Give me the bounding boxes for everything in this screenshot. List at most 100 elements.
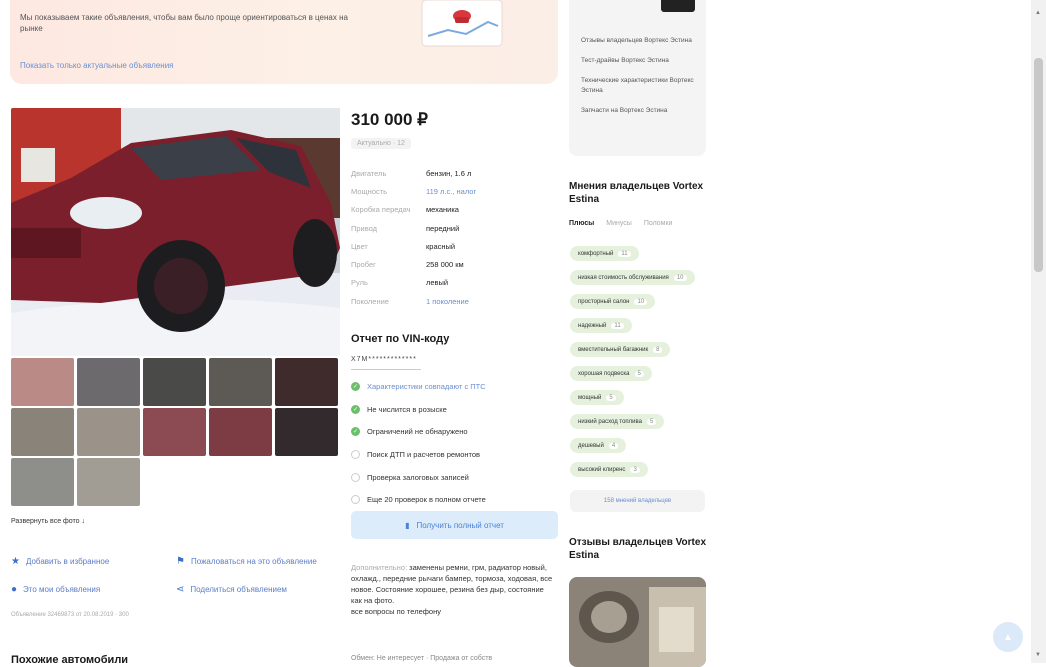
opinion-chip[interactable]: высокий клиренс 3 (570, 462, 648, 477)
vin-check-item: ✓ Не числится в розыске (351, 398, 561, 421)
divider (351, 369, 421, 370)
banner-link[interactable]: Показать только актуальные объявления (20, 61, 174, 70)
opinion-chip-label: дешевый (578, 442, 604, 449)
vin-check-label: Характеристики совпадают с ПТС (367, 381, 486, 391)
sidebar-link[interactable]: Отзывы владельцев Вортекс Эстина (581, 36, 701, 46)
opinion-chip[interactable]: дешевый 4 (570, 438, 627, 453)
thumbnail[interactable] (209, 358, 272, 406)
seller-ads-button[interactable]: ● Это мои объявления (11, 584, 100, 595)
opinions-tab[interactable]: Плюсы (569, 220, 594, 227)
opinion-chip-count: 4 (608, 442, 619, 449)
sidebar-link[interactable]: Технические характеристики Вортекс Эстин… (581, 76, 701, 96)
thumbnail[interactable] (11, 408, 74, 456)
spec-row: Пробег 258 000 км (351, 255, 551, 273)
scroll-to-top-button[interactable]: ▲ (993, 622, 1023, 652)
star-icon: ★ (11, 556, 20, 567)
opinion-chip-label: низкий расход топлива (578, 418, 642, 425)
review-photo[interactable] (569, 577, 706, 667)
share-button[interactable]: ⋖ Поделиться объявлением (176, 584, 287, 595)
price: 310 000 ₽ (351, 110, 428, 129)
thumbnail[interactable] (275, 358, 338, 406)
vin-check-label: Ограничений не обнаружено (367, 427, 468, 437)
expand-photos-link[interactable]: Развернуть все фото ↓ (11, 518, 85, 525)
vin-check-label: Поиск ДТП и расчетов ремонтов (367, 449, 481, 459)
full-report-button[interactable]: ▮ Получить полный отчет (351, 511, 558, 539)
description-key: Дополнительно: (351, 563, 408, 572)
opinion-chip-label: низкая стоимость обслуживания (578, 274, 669, 281)
thumbnail-document[interactable] (77, 458, 140, 506)
vin-check-item: Поиск ДТП и расчетов ремонтов (351, 443, 561, 466)
opinion-chip[interactable]: низкий расход топлива 5 (570, 414, 665, 429)
opinion-chip-count: 11 (611, 322, 624, 329)
sidebar-link[interactable]: Запчасти на Вортекс Эстина (581, 106, 701, 116)
thumbnail[interactable] (143, 358, 206, 406)
spec-row: Двигатель бензин, 1.6 л (351, 164, 551, 182)
opinion-chip-label: высокий клиренс (578, 466, 626, 473)
spec-value: бензин, 1.6 л (426, 168, 472, 178)
thumbnail[interactable] (209, 408, 272, 456)
opinion-chip-label: мощный (578, 394, 602, 401)
opinion-chip-count: 5 (606, 394, 616, 401)
seller-ads-label: Это мои объявления (23, 585, 101, 594)
thumbnail[interactable] (143, 408, 206, 456)
spec-row: Привод передний (351, 219, 551, 237)
opinion-chip[interactable]: низкая стоимость обслуживания 10 (570, 270, 695, 285)
opinions-tab[interactable]: Поломки (644, 220, 673, 227)
vin-check-item[interactable]: ✓ Характеристики совпадают с ПТС (351, 375, 561, 398)
opinion-chip-count: 11 (618, 250, 631, 257)
spec-value[interactable]: 119 л.с., налог (426, 187, 476, 196)
circle-icon (351, 472, 360, 482)
scroll-down-icon[interactable]: ▼ (1035, 652, 1041, 658)
opinions-title: Мнения владельцев Vortex Estina (569, 181, 704, 205)
opinion-chip-label: вместительный багажник (578, 346, 649, 353)
spec-value[interactable]: 1 поколение (426, 297, 469, 306)
spec-key: Пробег (351, 260, 376, 270)
opinion-chip[interactable]: надежный 11 (570, 318, 632, 333)
opinion-chip[interactable]: просторный салон 10 (570, 294, 656, 309)
add-favorite-label: Добавить в избранное (25, 557, 110, 566)
thumbnail-document[interactable] (11, 458, 74, 506)
reviews-title: Отзывы владельцев Vortex Estina (569, 537, 707, 561)
similar-cars-heading: Похожие автомобили (11, 654, 129, 666)
opinion-chip[interactable]: хорошая подвеска 5 (570, 366, 652, 381)
opinion-chip-label: хорошая подвеска (578, 370, 630, 377)
complain-button[interactable]: ⚑ Пожаловаться на это объявление (176, 556, 317, 567)
opinion-chip[interactable]: вместительный багажник 8 (570, 342, 671, 357)
vin-check-label: Не числится в розыске (367, 404, 447, 414)
spec-key: Двигатель (351, 168, 387, 178)
price-note: Актуально · 12 (351, 138, 411, 149)
arrow-up-icon: ▲ (1003, 631, 1013, 643)
document-icon: ▮ (405, 520, 410, 530)
add-favorite-button[interactable]: ★ Добавить в избранное (11, 556, 109, 567)
sidebar-links: Отзывы владельцев Вортекс Эстина Тест-дра… (581, 36, 701, 126)
main-car-photo[interactable] (11, 108, 340, 356)
thumbnail[interactable] (11, 358, 74, 406)
thumbnail[interactable] (275, 408, 338, 456)
description-footer: все вопросы по телефону (351, 607, 441, 616)
scroll-up-icon[interactable]: ▲ (1035, 10, 1041, 16)
exchange-info: Обмен: Не интересует · Продажа от собств (351, 655, 493, 662)
thumbnail[interactable] (77, 358, 140, 406)
check-icon: ✓ (351, 404, 360, 414)
spec-row: Поколение 1 поколение (351, 292, 551, 310)
opinion-chip-label: комфортный (578, 250, 614, 257)
more-opinions-button[interactable]: 158 мнений владельцев (570, 490, 705, 512)
spec-key: Руль (351, 278, 368, 288)
description: Дополнительно: заменены ремни, грм, ради… (351, 562, 554, 617)
check-icon: ✓ (351, 381, 360, 391)
check-icon: ✓ (351, 427, 360, 437)
complain-label: Пожаловаться на это объявление (190, 557, 317, 566)
sidebar-dark-button[interactable] (661, 0, 695, 12)
spec-key: Цвет (351, 241, 368, 251)
opinions-tab[interactable]: Минусы (606, 220, 632, 227)
spec-key: Поколение (351, 296, 389, 306)
opinions-tabs: Плюсы Минусы Поломки (569, 220, 672, 227)
vin-check-label: Проверка залоговых записей (367, 472, 469, 482)
opinion-chip[interactable]: комфортный 11 (570, 246, 639, 261)
opinion-chip[interactable]: мощный 5 (570, 390, 624, 405)
spec-row: Коробка передач механика (351, 201, 551, 219)
opinion-chip-label: надежный (578, 322, 607, 329)
thumbnail[interactable] (77, 408, 140, 456)
scrollbar-thumb[interactable] (1034, 58, 1043, 272)
sidebar-link[interactable]: Тест-драйвы Вортекс Эстина (581, 56, 701, 66)
